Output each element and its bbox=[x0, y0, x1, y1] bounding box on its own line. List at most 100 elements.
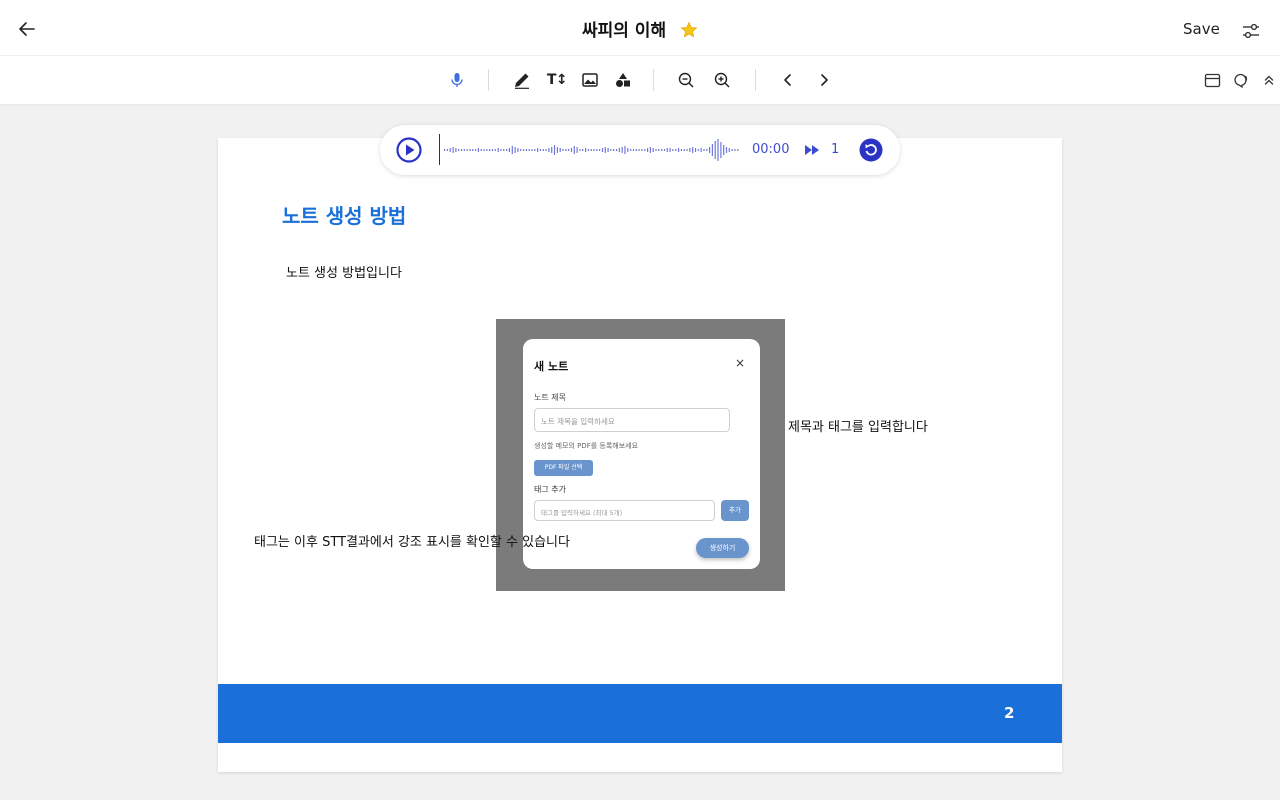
waveform-bar bbox=[522, 149, 525, 151]
waveform-bar bbox=[568, 149, 570, 151]
waveform-bar bbox=[709, 147, 711, 153]
page-heading: 노트 생성 방법 bbox=[282, 204, 407, 228]
toolbar-divider bbox=[653, 69, 654, 91]
shapes-icon bbox=[616, 73, 630, 87]
waveform-bar bbox=[531, 149, 533, 151]
waveform-bar bbox=[503, 149, 505, 151]
favorite-button[interactable] bbox=[680, 21, 698, 44]
waveform-bar bbox=[635, 149, 637, 151]
waveform-bar bbox=[672, 149, 674, 151]
waveform-bar bbox=[678, 148, 680, 152]
waveform-bar bbox=[520, 149, 522, 151]
waveform-bar bbox=[720, 142, 722, 158]
note-title-label: 노트 제목 bbox=[534, 393, 566, 402]
waveform-bar bbox=[548, 148, 550, 152]
waveform-bar bbox=[463, 149, 465, 151]
image-tool-button[interactable] bbox=[578, 68, 602, 92]
layout-toggle-button[interactable] bbox=[1200, 68, 1224, 92]
waveform-bar bbox=[452, 147, 454, 153]
waveform-bar bbox=[627, 148, 629, 152]
waveform-bar bbox=[573, 146, 575, 154]
waveform-bar bbox=[661, 149, 663, 151]
waveform-bar bbox=[686, 149, 688, 151]
waveform-bar bbox=[506, 149, 508, 151]
playback-speed[interactable]: 1 bbox=[831, 142, 839, 157]
note-page: 노트 생성 방법 노트 생성 방법입니다 새 노트 × 노트 제목 노트 제목을… bbox=[218, 138, 1062, 772]
collapse-toolbar-button[interactable] bbox=[1257, 68, 1280, 92]
zoom-in-icon bbox=[714, 72, 730, 88]
waveform-bar bbox=[593, 149, 595, 151]
waveform-bar bbox=[647, 148, 649, 152]
editor-toolbar: T↕ bbox=[0, 56, 1280, 104]
waveform-bar bbox=[525, 149, 527, 151]
waveform-bar bbox=[689, 148, 691, 152]
waveform-bar bbox=[731, 149, 733, 151]
previous-page-button[interactable] bbox=[776, 68, 800, 92]
page-footer-band: 2 bbox=[218, 684, 1062, 743]
waveform-bar bbox=[477, 148, 479, 152]
waveform-bar bbox=[545, 149, 547, 151]
waveform-bar bbox=[444, 149, 446, 151]
waveform-bar bbox=[737, 149, 739, 151]
waveform-bar bbox=[624, 146, 626, 154]
embedded-screenshot[interactable]: 새 노트 × 노트 제목 노트 제목을 입력하세요 생성할 메모의 PDF를 등… bbox=[496, 319, 785, 591]
waveform-bar bbox=[675, 149, 677, 151]
speech-icon bbox=[1234, 73, 1248, 89]
waveform-bar bbox=[683, 149, 685, 151]
next-page-button[interactable] bbox=[812, 68, 836, 92]
waveform-bar bbox=[587, 149, 589, 151]
speech-button[interactable] bbox=[1229, 68, 1253, 92]
waveform-bar bbox=[655, 149, 657, 151]
tag-label: 태그 추가 bbox=[534, 485, 566, 494]
waveform-bar bbox=[576, 147, 578, 153]
waveform-bar bbox=[458, 149, 460, 151]
waveform-bar bbox=[616, 149, 618, 151]
zoom-in-button[interactable] bbox=[710, 68, 734, 92]
waveform-bar bbox=[483, 149, 485, 151]
document-title[interactable]: 싸피의 이해 bbox=[582, 21, 666, 41]
waveform-bar bbox=[542, 149, 544, 151]
waveform-bar bbox=[585, 148, 587, 152]
play-icon bbox=[396, 137, 422, 163]
playhead[interactable] bbox=[439, 134, 440, 165]
waveform-bar bbox=[511, 146, 513, 154]
zoom-out-button[interactable] bbox=[674, 68, 698, 92]
waveform-bar bbox=[559, 148, 561, 152]
zoom-out-icon bbox=[678, 72, 694, 88]
waveform-bar bbox=[714, 141, 716, 159]
text-tool-button[interactable]: T↕ bbox=[545, 68, 569, 92]
callout-text-right: 제목과 태그를 입력합니다 bbox=[788, 420, 928, 435]
waveform-bar bbox=[489, 149, 491, 151]
waveform[interactable] bbox=[444, 137, 740, 163]
layout-icon bbox=[1204, 73, 1220, 87]
tag-input: 태그를 입력하세요 (최대 5개) bbox=[534, 500, 715, 521]
waveform-bar bbox=[669, 148, 671, 152]
shape-tool-button[interactable] bbox=[611, 68, 635, 92]
replay-button[interactable] bbox=[858, 137, 884, 163]
waveform-bar bbox=[475, 149, 477, 151]
waveform-bar bbox=[680, 149, 682, 151]
play-button[interactable] bbox=[396, 137, 422, 163]
waveform-bar bbox=[514, 147, 516, 153]
waveform-bar bbox=[666, 148, 668, 152]
record-button[interactable] bbox=[445, 68, 469, 92]
replay-icon bbox=[859, 138, 883, 162]
waveform-bar bbox=[706, 149, 708, 151]
waveform-bar bbox=[449, 148, 451, 152]
waveform-bar bbox=[703, 149, 705, 151]
fast-forward-button[interactable] bbox=[804, 142, 820, 156]
waveform-bar bbox=[553, 145, 556, 155]
create-button: 생성하기 bbox=[696, 538, 749, 558]
pen-tool-button[interactable] bbox=[510, 68, 534, 92]
waveform-bar bbox=[638, 149, 640, 151]
settings-button[interactable] bbox=[1240, 20, 1262, 42]
waveform-bar bbox=[556, 147, 558, 153]
modal-title: 새 노트 bbox=[534, 360, 569, 373]
pen-icon bbox=[515, 73, 529, 89]
sliders-icon bbox=[1243, 23, 1259, 39]
image-icon bbox=[582, 73, 598, 87]
waveform-bar bbox=[596, 149, 598, 151]
waveform-bar bbox=[663, 149, 666, 151]
save-button[interactable]: Save bbox=[1183, 20, 1220, 38]
waveform-bar bbox=[599, 149, 601, 151]
